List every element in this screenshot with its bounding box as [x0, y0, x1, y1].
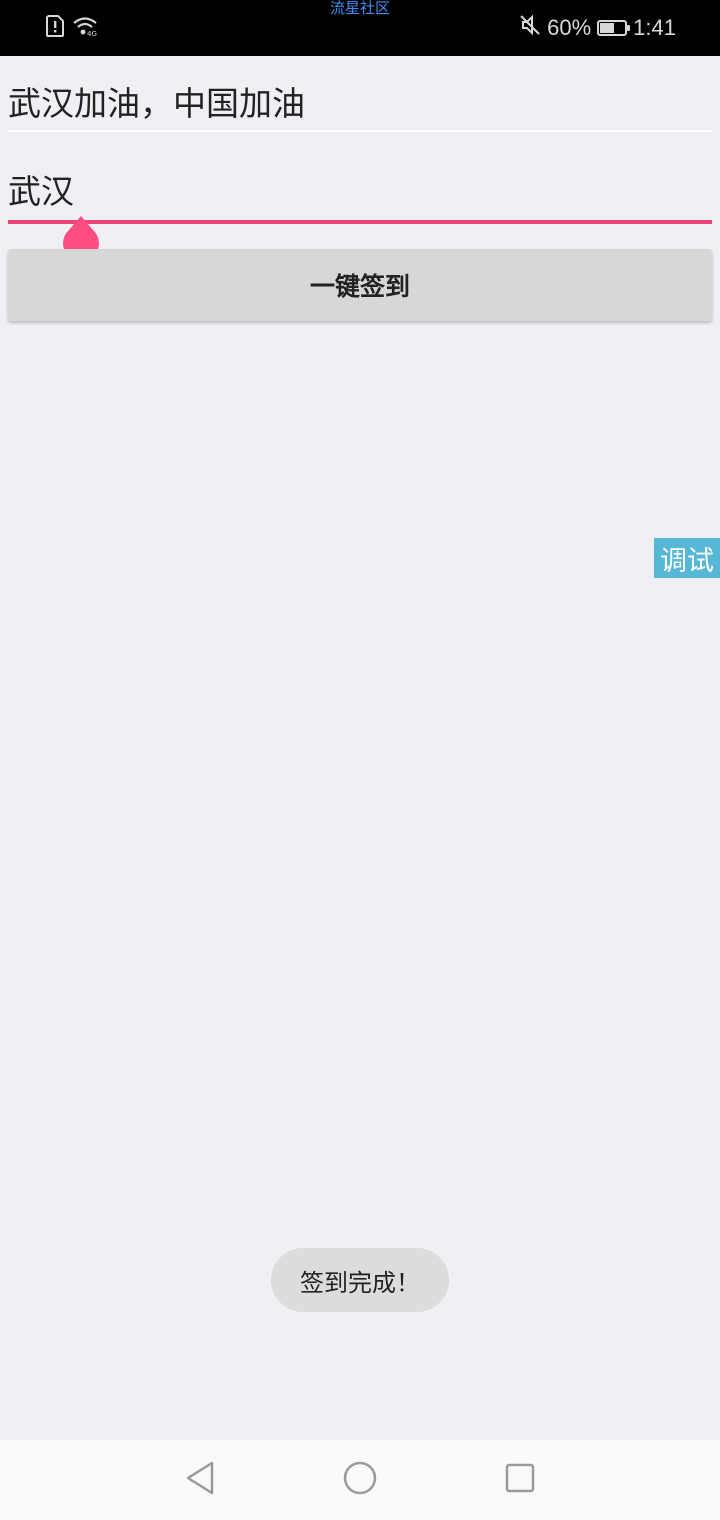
home-icon [343, 1461, 377, 1499]
battery-percent: 60% [547, 15, 592, 40]
navigation-bar [0, 1440, 720, 1520]
back-icon [184, 1461, 216, 1499]
recent-apps-icon [505, 1463, 535, 1497]
mute-icon [519, 14, 541, 42]
wifi-icon: 4G [72, 15, 98, 41]
status-bar: 4G 流星社区 60% 1:41 [0, 0, 720, 56]
battery-icon [597, 20, 631, 36]
svg-text:4G: 4G [87, 30, 97, 37]
toast-message: 签到完成！ [271, 1248, 449, 1312]
one-click-sign-in-button[interactable]: 一键签到 [8, 249, 712, 321]
recent-apps-button[interactable] [500, 1460, 540, 1500]
text-field-slogan[interactable]: 武汉加油，中国加油 [8, 84, 712, 132]
text-field-slogan-value: 武汉加油，中国加油 [8, 84, 305, 123]
battery-level-fill [600, 23, 615, 33]
sim-alert-icon [46, 15, 64, 41]
text-field-city[interactable]: 武汉 [8, 172, 712, 224]
text-field-city-value: 武汉 [8, 172, 74, 211]
status-left-icons: 4G [46, 15, 98, 41]
clock: 1:41 [633, 15, 676, 40]
debug-tab[interactable]: 调试 [654, 538, 720, 578]
home-button[interactable] [340, 1460, 380, 1500]
back-button[interactable] [180, 1460, 220, 1500]
status-right-icons: 60% 1:41 [519, 14, 676, 42]
